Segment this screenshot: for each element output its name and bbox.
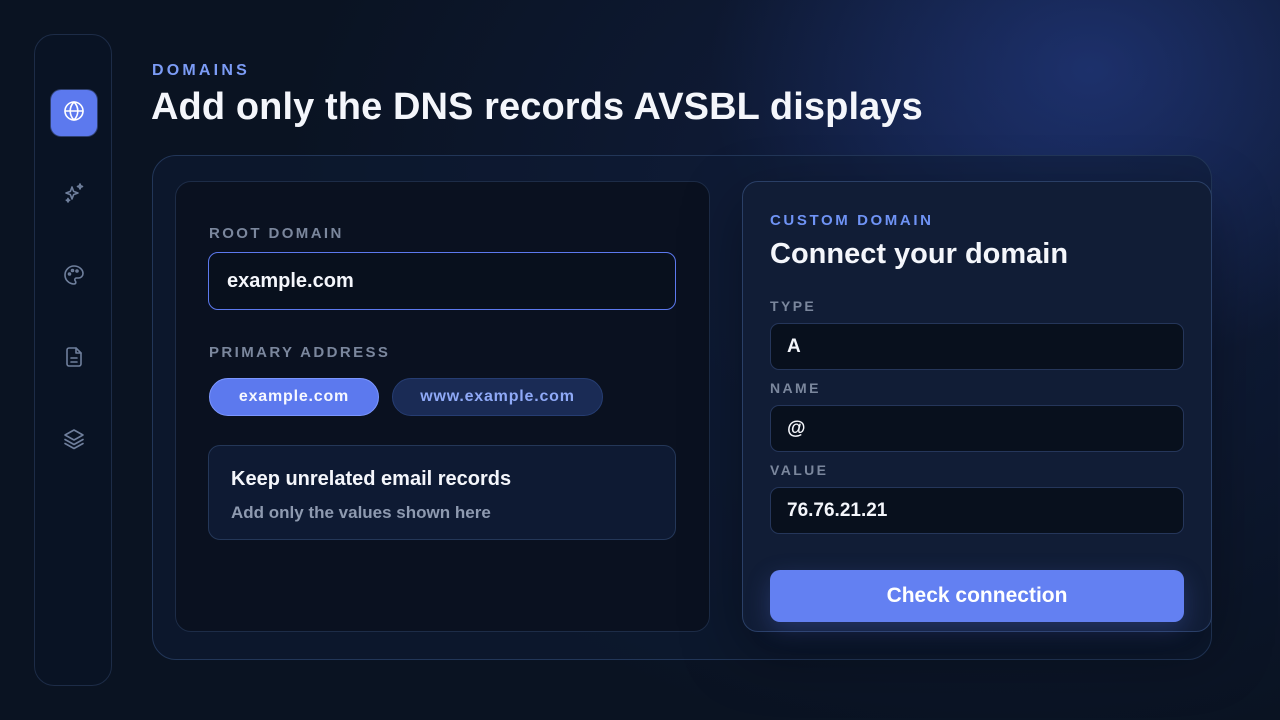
root-domain-value: example.com <box>227 269 354 292</box>
globe-icon <box>62 99 86 128</box>
type-value: A <box>787 335 801 357</box>
email-records-note: Keep unrelated email records Add only th… <box>208 445 676 540</box>
primary-address-label: PRIMARY ADDRESS <box>209 344 391 361</box>
name-field[interactable]: @ <box>770 405 1184 452</box>
type-label: TYPE <box>770 298 817 314</box>
custom-domain-eyebrow: CUSTOM DOMAIN <box>770 212 934 229</box>
sidebar-item-layers[interactable] <box>51 418 97 464</box>
page-title: Add only the DNS records AVSBL displays <box>151 86 923 128</box>
note-title: Keep unrelated email records <box>231 468 512 490</box>
name-label: NAME <box>770 380 821 396</box>
name-value: @ <box>787 417 806 439</box>
connect-domain-title: Connect your domain <box>770 238 1069 270</box>
primary-option-www[interactable]: www.example.com <box>392 378 603 416</box>
palette-icon <box>62 263 86 292</box>
sidebar-item-domains[interactable] <box>51 90 97 136</box>
root-domain-label: ROOT DOMAIN <box>209 225 344 242</box>
document-icon <box>62 345 86 374</box>
root-domain-input[interactable]: example.com <box>208 252 676 310</box>
value-field[interactable]: 76.76.21.21 <box>770 487 1184 534</box>
sidebar-item-palette[interactable] <box>51 254 97 300</box>
sidebar-item-sparkles[interactable] <box>51 172 97 218</box>
note-subtitle: Add only the values shown here <box>231 503 491 522</box>
sidebar-item-documents[interactable] <box>51 336 97 382</box>
sparkles-icon <box>62 181 86 210</box>
page-eyebrow: DOMAINS <box>152 62 250 79</box>
type-field[interactable]: A <box>770 323 1184 370</box>
value-value: 76.76.21.21 <box>787 499 888 521</box>
value-label: VALUE <box>770 462 829 478</box>
primary-option-root[interactable]: example.com <box>209 378 379 416</box>
check-connection-button[interactable]: Check connection <box>770 570 1184 622</box>
layers-icon <box>62 427 86 456</box>
sidebar-rail <box>34 34 112 686</box>
